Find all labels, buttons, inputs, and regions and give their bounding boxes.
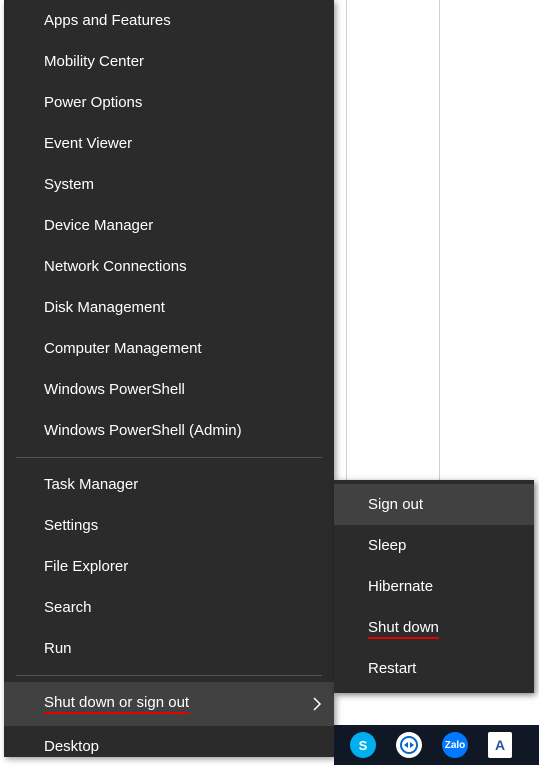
submenu-item-label: Hibernate	[368, 578, 433, 595]
menu-item-label: Power Options	[44, 94, 142, 111]
menu-windows-powershell-admin[interactable]: Windows PowerShell (Admin)	[4, 410, 334, 451]
icon-glyph: A	[495, 737, 505, 753]
menu-system[interactable]: System	[4, 164, 334, 205]
menu-item-label: Windows PowerShell	[44, 381, 185, 398]
submenu-item-label: Sign out	[368, 496, 423, 513]
icon-glyph: S	[359, 738, 368, 753]
menu-separator	[16, 457, 322, 458]
menu-desktop[interactable]: Desktop	[4, 726, 334, 767]
submenu-sign-out[interactable]: Sign out	[334, 484, 534, 525]
menu-item-label: Settings	[44, 517, 98, 534]
teamviewer-icon[interactable]	[396, 732, 422, 758]
chevron-right-icon	[312, 697, 322, 711]
menu-item-label: File Explorer	[44, 558, 128, 575]
menu-task-manager[interactable]: Task Manager	[4, 464, 334, 505]
menu-disk-management[interactable]: Disk Management	[4, 287, 334, 328]
taskbar: S Zalo A	[334, 725, 539, 765]
submenu-shut-down[interactable]: Shut down	[334, 607, 534, 648]
menu-item-label: Run	[44, 640, 72, 657]
menu-item-label: Task Manager	[44, 476, 138, 493]
menu-separator	[16, 675, 322, 676]
background-panel	[346, 0, 440, 498]
menu-item-label: System	[44, 176, 94, 193]
submenu-hibernate[interactable]: Hibernate	[334, 566, 534, 607]
winx-menu: Apps and Features Mobility Center Power …	[4, 0, 334, 757]
menu-settings[interactable]: Settings	[4, 505, 334, 546]
menu-item-label: Event Viewer	[44, 135, 132, 152]
teamviewer-glyph	[400, 736, 418, 754]
submenu-item-label: Sleep	[368, 537, 406, 554]
menu-device-manager[interactable]: Device Manager	[4, 205, 334, 246]
icon-glyph: Zalo	[445, 740, 466, 751]
menu-item-label: Mobility Center	[44, 53, 144, 70]
menu-apps-and-features[interactable]: Apps and Features	[4, 0, 334, 41]
menu-file-explorer[interactable]: File Explorer	[4, 546, 334, 587]
menu-shut-down-or-sign-out[interactable]: Shut down or sign out	[4, 682, 334, 726]
submenu-sleep[interactable]: Sleep	[334, 525, 534, 566]
submenu-item-label: Shut down	[368, 619, 439, 639]
zalo-icon[interactable]: Zalo	[442, 732, 468, 758]
menu-mobility-center[interactable]: Mobility Center	[4, 41, 334, 82]
menu-item-label: Desktop	[44, 738, 99, 755]
menu-event-viewer[interactable]: Event Viewer	[4, 123, 334, 164]
menu-computer-management[interactable]: Computer Management	[4, 328, 334, 369]
word-icon[interactable]: A	[488, 732, 512, 758]
menu-windows-powershell[interactable]: Windows PowerShell	[4, 369, 334, 410]
menu-item-label: Device Manager	[44, 217, 153, 234]
submenu-restart[interactable]: Restart	[334, 648, 534, 689]
menu-run[interactable]: Run	[4, 628, 334, 669]
menu-item-label: Network Connections	[44, 258, 187, 275]
submenu-item-label: Restart	[368, 660, 416, 677]
menu-item-label: Computer Management	[44, 340, 202, 357]
menu-item-label: Disk Management	[44, 299, 165, 316]
menu-item-label: Apps and Features	[44, 12, 171, 29]
menu-item-label: Search	[44, 599, 92, 616]
menu-network-connections[interactable]: Network Connections	[4, 246, 334, 287]
menu-item-label: Windows PowerShell (Admin)	[44, 422, 242, 439]
skype-icon[interactable]: S	[350, 732, 376, 758]
shutdown-submenu: Sign out Sleep Hibernate Shut down Resta…	[334, 480, 534, 693]
menu-search[interactable]: Search	[4, 587, 334, 628]
menu-item-label: Shut down or sign out	[44, 694, 189, 714]
menu-power-options[interactable]: Power Options	[4, 82, 334, 123]
